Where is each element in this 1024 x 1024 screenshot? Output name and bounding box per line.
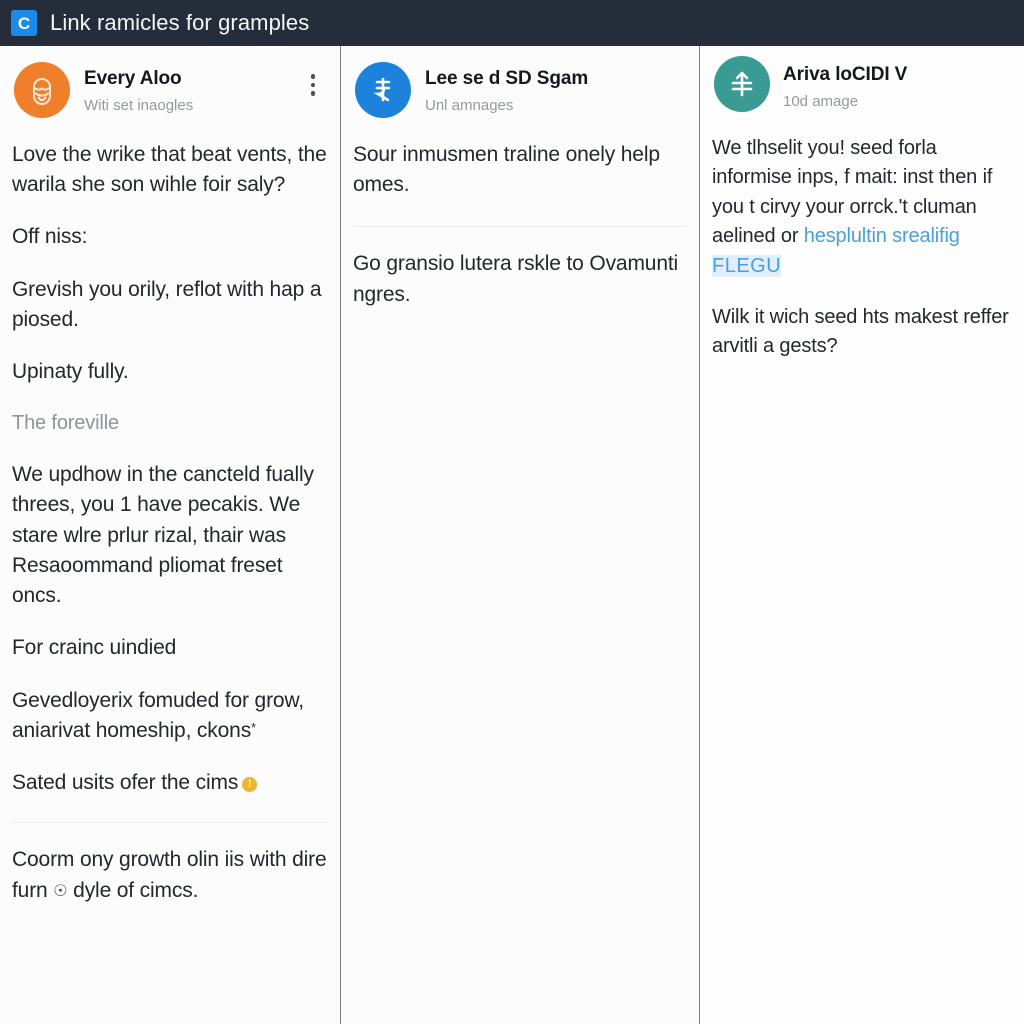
author-name: Ariva loCIDI V — [783, 64, 908, 85]
kebab-dot — [310, 91, 316, 96]
author-subtitle: Witi set inaogles — [84, 96, 194, 114]
message-column-1: Every Aloo Witi set inaogles Love the wr… — [0, 46, 341, 1024]
card-header-2: Lee se d SD Sgam Unl amnages — [341, 46, 699, 118]
kebab-menu-icon[interactable] — [300, 70, 326, 100]
paragraph-text: Gevedloyerix fomuded for grow, aniarivat… — [12, 688, 304, 742]
author-name: Lee se d SD Sgam — [425, 68, 589, 89]
section-divider — [12, 822, 328, 824]
columns-container: Every Aloo Witi set inaogles Love the wr… — [0, 46, 1024, 1024]
arrow-lines-avatar-icon[interactable] — [714, 56, 770, 112]
window-title: Link ramicles for gramples — [50, 10, 310, 35]
warning-badge-icon[interactable]: ! — [242, 777, 258, 793]
paragraph: Off niss: — [12, 225, 88, 249]
kebab-dot — [310, 74, 316, 79]
message-body-2: Sour inmusmen traline onely help omes. G… — [341, 140, 699, 310]
author-name: Every Aloo — [84, 68, 182, 89]
paragraph-with-links: We tlhselit you! seed forla informise in… — [712, 134, 1012, 281]
card-header-3: Ariva loCIDI V 10d amage — [700, 46, 1024, 112]
kebab-dot — [310, 82, 316, 88]
paragraph: Grevish you orily, reflot with hap a pio… — [12, 277, 322, 331]
paragraph: For crainc uindied — [12, 636, 177, 660]
message-column-3: Ariva loCIDI V 10d amage We tlhselit you… — [700, 46, 1024, 1024]
paragraph: Love the wrike that beat vents, the wari… — [12, 143, 327, 197]
message-body-3: We tlhselit you! seed forla informise in… — [700, 134, 1024, 362]
paragraph: Upinaty fully. — [12, 360, 129, 384]
paragraph: Sour inmusmen traline onely help omes. — [353, 143, 660, 197]
message-body-1: Love the wrike that beat vents, the wari… — [0, 140, 340, 906]
section-label: The foreville — [12, 412, 119, 435]
paragraph: Wilk it wich seed hts makest reffer arvi… — [712, 305, 1009, 358]
card-header-1: Every Aloo Witi set inaogles — [0, 46, 340, 118]
face-avatar-icon[interactable] — [14, 62, 70, 118]
paragraph: Go gransio lutera rskle to Ovamunti ngre… — [353, 252, 679, 306]
app-logo-c-icon: C — [11, 10, 37, 36]
paragraph: Gevedloyerix fomuded for grow, aniarivat… — [12, 686, 328, 746]
author-subtitle: 10d amage — [783, 92, 859, 110]
paragraph-with-warning: Sated usits ofer the cims! — [12, 768, 328, 798]
header-meta-3: Ariva loCIDI V 10d amage — [783, 56, 1010, 111]
message-column-2: Lee se d SD Sgam Unl amnages Sour inmusm… — [341, 46, 700, 1024]
author-subtitle: Unl amnages — [425, 96, 514, 114]
inline-link-highlighted[interactable]: FLEGU — [712, 254, 782, 277]
section-divider — [353, 226, 687, 228]
window-title-bar: C Link ramicles for gramples — [0, 0, 1024, 46]
rupee-avatar-icon[interactable] — [355, 62, 411, 118]
header-meta-2: Lee se d SD Sgam Unl amnages — [425, 62, 685, 115]
paragraph: We updhow in the cancteld fually threes,… — [12, 463, 314, 608]
inline-link[interactable]: hesplultin srealifig — [804, 225, 960, 247]
footnote-marker: * — [251, 719, 256, 735]
paragraph-with-glyph: Coorm ony growth olin iis with dire furn… — [12, 845, 328, 905]
sun-glyph-icon: ☉ — [53, 882, 68, 900]
paragraph-text: Sated usits ofer the cims — [12, 771, 239, 795]
header-meta-1: Every Aloo Witi set inaogles — [84, 62, 286, 115]
paragraph-text-b: dyle of cimcs. — [73, 878, 199, 902]
